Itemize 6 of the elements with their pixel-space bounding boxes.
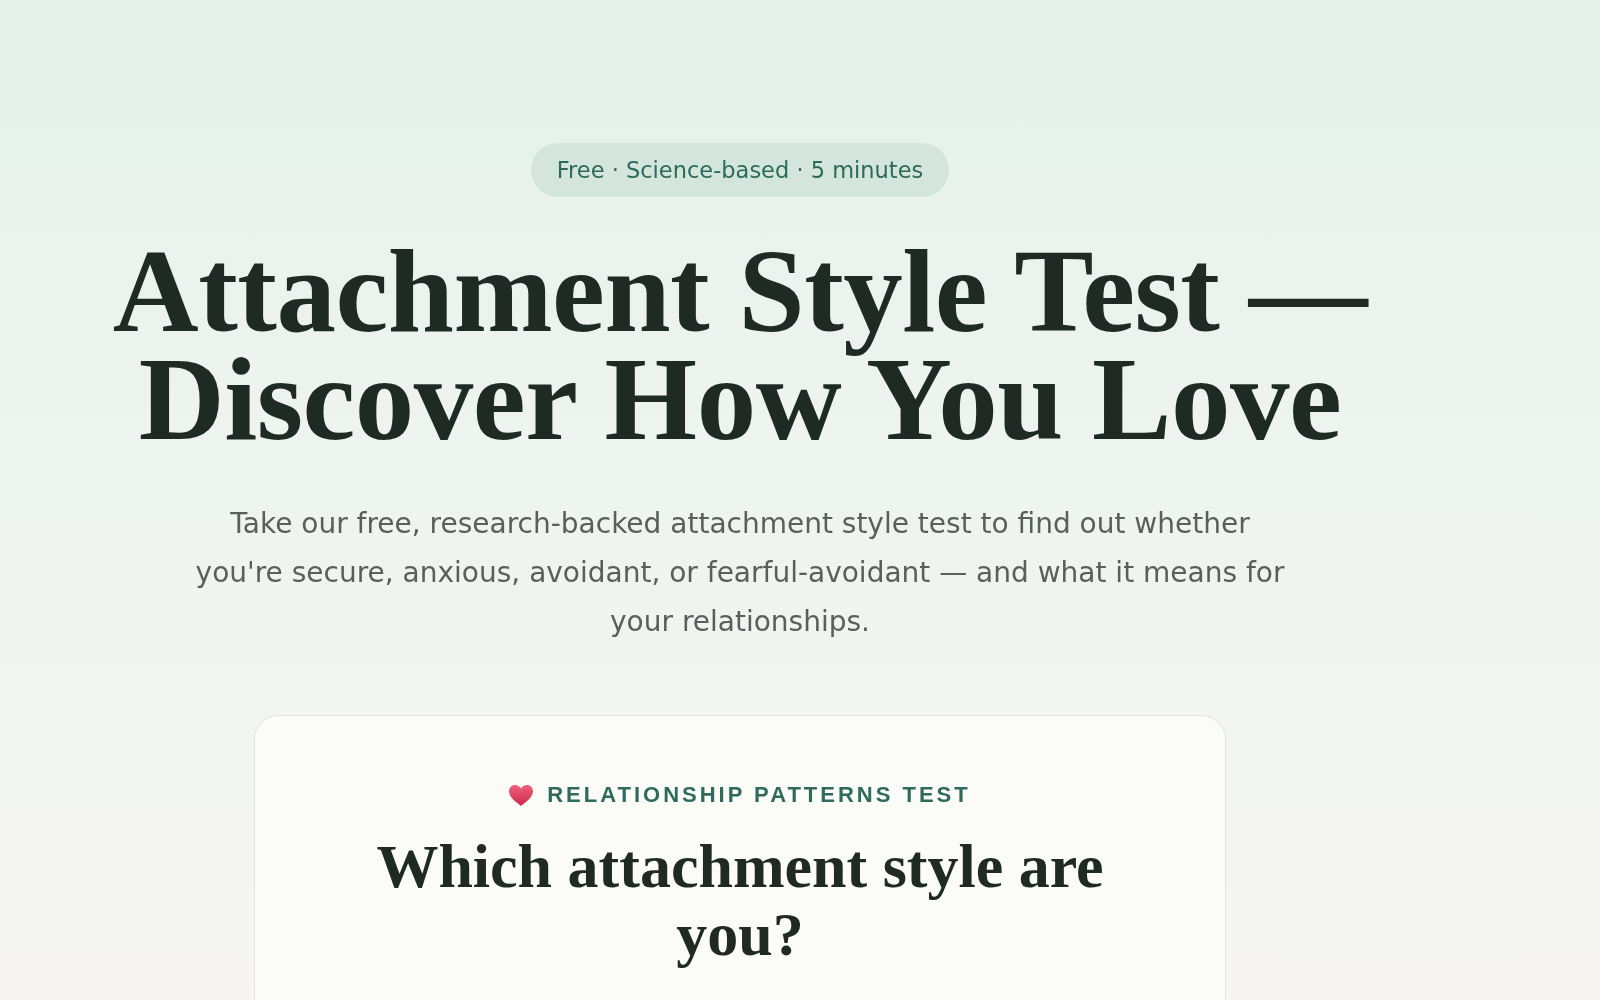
info-badge: Free · Science-based · 5 minutes bbox=[530, 143, 950, 197]
intro-paragraph: Take our free, research-backed attachment style test to find out whether you're secure, anxious, avoidant, or fearful-avoidant — and what it means for your relationships. bbox=[194, 506, 1286, 640]
card-heading: Which attachment style are you? bbox=[375, 832, 1105, 968]
heart-icon bbox=[509, 784, 534, 806]
page-title: Attachment Style Test — Discover How You Love bbox=[111, 237, 1370, 453]
card-label: RELATIONSHIP PATTERNS TEST bbox=[547, 782, 971, 808]
